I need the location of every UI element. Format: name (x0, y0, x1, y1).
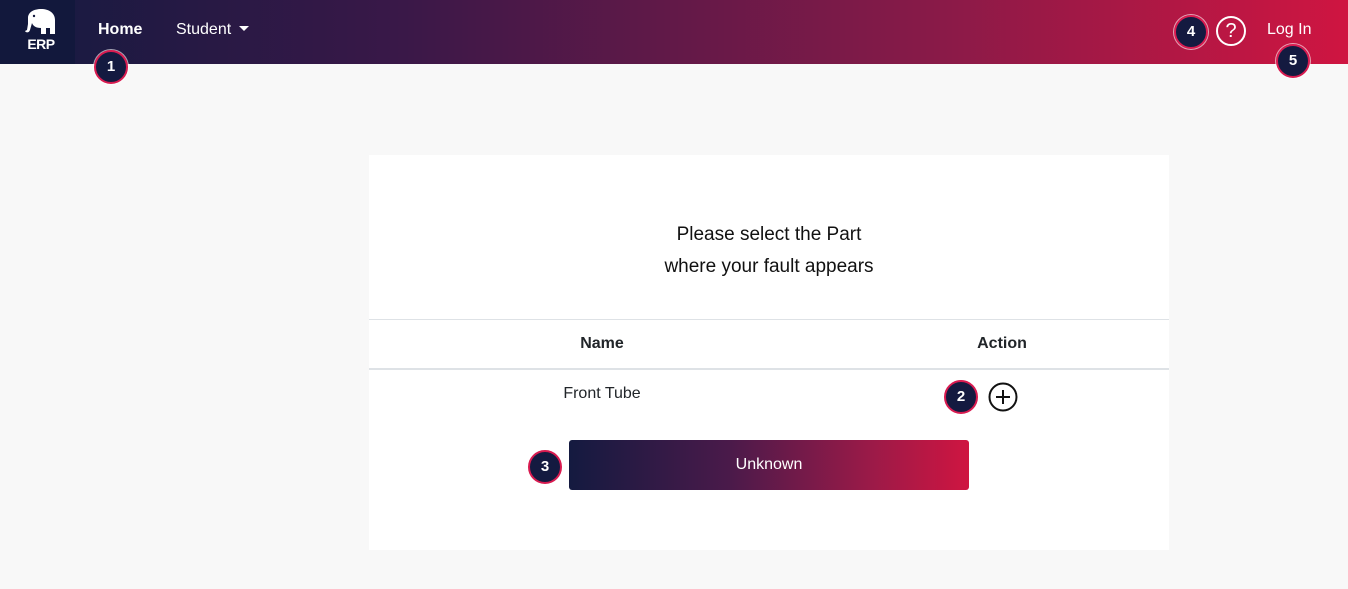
login-link[interactable]: Log In (1267, 21, 1311, 39)
unknown-button[interactable]: Unknown (569, 440, 969, 490)
divider (369, 319, 1169, 320)
heading-line-1: Please select the Part (676, 224, 862, 245)
nav-home-link[interactable]: Home (98, 21, 142, 39)
step-badge-2: 2 (944, 380, 978, 414)
table-header-divider (369, 368, 1169, 370)
nav-student-dropdown[interactable]: Student (176, 21, 250, 39)
add-part-button[interactable] (988, 382, 1018, 412)
question-circle-icon: ? (1225, 20, 1237, 42)
logo[interactable]: ERP (0, 0, 75, 64)
step-badge-3: 3 (528, 450, 562, 484)
caret-down-icon (239, 26, 250, 31)
help-button[interactable]: ? (1216, 16, 1246, 46)
step-badge-5: 5 (1276, 44, 1310, 78)
column-header-name: Name (580, 335, 624, 352)
step-badge-4: 4 (1174, 15, 1208, 49)
logo-text: ERP (27, 36, 55, 52)
elephant-logo-icon (25, 9, 55, 34)
plus-circle-icon (988, 382, 1018, 412)
step-badge-1: 1 (94, 50, 128, 84)
top-navbar: ERP Home Student ? Log In (0, 0, 1348, 64)
part-selection-card: Please select the Part where your fault … (369, 155, 1169, 550)
card-heading: Please select the Part where your fault … (369, 219, 1169, 283)
column-header-action: Action (977, 335, 1027, 352)
heading-line-2: where your fault appears (664, 256, 874, 277)
nav-student-label: Student (176, 21, 232, 38)
table-cell-name: Front Tube (563, 385, 641, 402)
